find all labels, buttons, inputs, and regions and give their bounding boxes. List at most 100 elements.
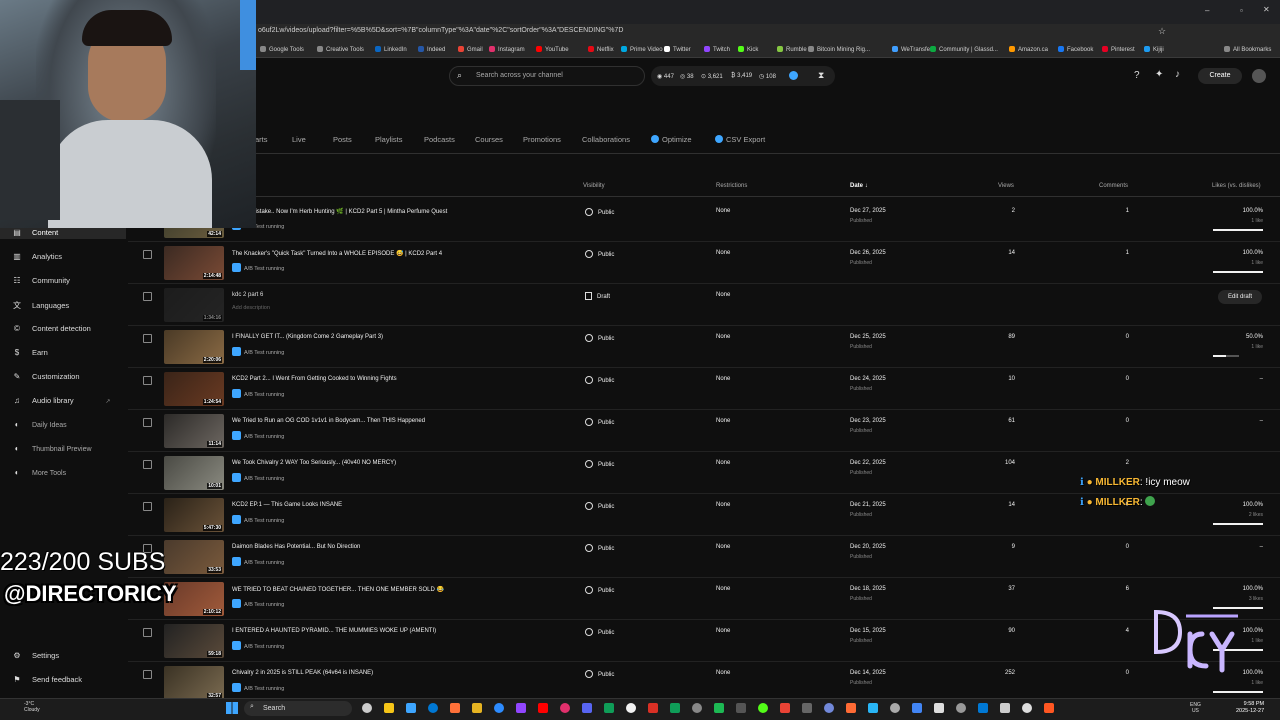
video-thumbnail[interactable]: 1:24:54 xyxy=(164,372,224,406)
system-clock[interactable]: 9:58 PM 2025-12-27 xyxy=(1236,701,1264,715)
taskbar-app-icon[interactable] xyxy=(516,703,526,713)
video-title[interactable]: WE TRIED TO BEAT CHAINED TOGETHER... THE… xyxy=(232,586,444,593)
taskbar-app-icon[interactable] xyxy=(494,703,504,713)
row-checkbox[interactable] xyxy=(143,376,152,385)
taskbar-app-icon[interactable] xyxy=(406,703,416,713)
hourglass-icon[interactable]: ⧗ xyxy=(818,70,824,81)
taskbar-app-icon[interactable] xyxy=(758,703,768,713)
taskbar-app-icon[interactable] xyxy=(1044,703,1054,713)
taskbar-app-icon[interactable] xyxy=(934,703,944,713)
col-visibility[interactable]: Visibility xyxy=(583,183,605,189)
visibility-cell[interactable]: Draft xyxy=(585,292,610,300)
sidebar-item-community[interactable]: ☷ Community xyxy=(12,276,70,285)
bookmark-item[interactable]: Kijiji xyxy=(1144,46,1164,53)
bookmark-item[interactable]: Community | Glassd... xyxy=(930,46,998,53)
tab-courses[interactable]: Courses xyxy=(475,135,503,144)
visibility-cell[interactable]: Public xyxy=(585,460,614,468)
taskbar-app-icon[interactable] xyxy=(890,703,900,713)
taskbar-app-icon[interactable] xyxy=(692,703,702,713)
video-thumbnail[interactable]: 11:14 xyxy=(164,414,224,448)
bookmark-item[interactable]: Facebook xyxy=(1058,46,1093,53)
language-indicator[interactable]: ENG US xyxy=(1190,702,1201,714)
video-thumbnail[interactable]: 59:18 xyxy=(164,624,224,658)
sidebar-item-analytics[interactable]: ▥ Analytics xyxy=(12,252,62,261)
table-row[interactable] xyxy=(128,200,1280,242)
taskbar-app-icon[interactable] xyxy=(362,703,372,713)
visibility-cell[interactable]: Public xyxy=(585,544,614,552)
video-thumbnail[interactable]: 2:20:06 xyxy=(164,330,224,364)
video-title[interactable]: Was a Mistake.. Now I'm Herb Hunting 🌿 |… xyxy=(232,208,447,215)
taskbar-app-icon[interactable] xyxy=(384,703,394,713)
create-button[interactable]: Create xyxy=(1198,68,1242,84)
visibility-cell[interactable]: Public xyxy=(585,208,614,216)
taskbar-app-icon[interactable] xyxy=(670,703,680,713)
video-title[interactable]: KCD2 Part 2... I Went From Getting Cooke… xyxy=(232,376,397,382)
taskbar-app-icon[interactable] xyxy=(978,703,988,713)
sidebar-item-earn[interactable]: $ Earn xyxy=(12,348,48,357)
video-thumbnail[interactable]: 10:01 xyxy=(164,456,224,490)
sidebar-item-content-detection[interactable]: © Content detection xyxy=(12,324,91,333)
sidebar-item-thumbnail-preview[interactable]: ◐ Thumbnail Preview xyxy=(12,444,92,453)
taskbar-app-icon[interactable] xyxy=(604,703,614,713)
tab-collaborations[interactable]: Collaborations xyxy=(582,135,630,144)
bookmark-item[interactable]: Rumble xyxy=(777,46,807,53)
bookmark-item[interactable]: LinkedIn xyxy=(375,46,407,53)
taskbar-app-icon[interactable] xyxy=(626,703,636,713)
table-row[interactable] xyxy=(128,368,1280,410)
tab-posts[interactable]: Posts xyxy=(333,135,352,144)
taskbar-search[interactable] xyxy=(244,701,352,716)
bookmark-item[interactable]: WeTransfer xyxy=(892,46,932,53)
video-thumbnail[interactable]: 2:14:48 xyxy=(164,246,224,280)
bookmark-item[interactable]: Pinterest xyxy=(1102,46,1135,53)
taskbar-app-icon[interactable] xyxy=(956,703,966,713)
row-checkbox[interactable] xyxy=(143,628,152,637)
bookmark-item[interactable]: Indeed xyxy=(418,46,445,53)
notifications-bell-icon[interactable]: ♪ xyxy=(1175,69,1180,80)
sidebar-item-languages[interactable]: 文 Languages xyxy=(12,300,69,311)
video-title[interactable]: We Tried to Run an OG COD 1v1v1 in Bodyc… xyxy=(232,418,425,424)
avatar[interactable] xyxy=(1252,69,1266,83)
bookmark-item[interactable]: Creative Tools xyxy=(317,46,364,53)
video-title[interactable]: I ENTERED A HAUNTED PYRAMID... THE MUMMI… xyxy=(232,628,436,634)
bookmark-star-icon[interactable]: ☆ xyxy=(1158,26,1166,37)
visibility-cell[interactable]: Public xyxy=(585,628,614,636)
table-row[interactable] xyxy=(128,326,1280,368)
taskbar-app-icon[interactable] xyxy=(450,703,460,713)
close-icon[interactable]: ✕ xyxy=(1263,5,1270,14)
visibility-cell[interactable]: Public xyxy=(585,250,614,258)
video-thumbnail[interactable]: 5:47:30 xyxy=(164,498,224,532)
taskbar-app-icon[interactable] xyxy=(648,703,658,713)
taskbar-app-icon[interactable] xyxy=(780,703,790,713)
bookmark-item[interactable]: Kick xyxy=(738,46,758,53)
sidebar-item-more-tools[interactable]: ◐ More Tools xyxy=(12,468,67,477)
row-checkbox[interactable] xyxy=(143,250,152,259)
tab-playlists[interactable]: Playlists xyxy=(375,135,403,144)
tab-arts[interactable]: arts xyxy=(255,135,268,144)
video-thumbnail[interactable]: 1:34:16 xyxy=(164,288,224,322)
row-checkbox[interactable] xyxy=(143,502,152,511)
sidebar-item-feedback[interactable]: ⚑ Send feedback xyxy=(12,675,82,684)
bookmark-item[interactable]: Netflix xyxy=(588,46,614,53)
taskbar-app-icon[interactable] xyxy=(1000,703,1010,713)
video-title[interactable]: We Took Chivalry 2 WAY Too Seriously... … xyxy=(232,460,396,466)
col-restrictions[interactable]: Restrictions xyxy=(716,183,747,189)
sidebar-item-customization[interactable]: ✎ Customization xyxy=(12,372,80,381)
video-thumbnail[interactable]: 32:57 xyxy=(164,666,224,700)
row-checkbox[interactable] xyxy=(143,418,152,427)
weather-widget[interactable]: -3°C Cloudy xyxy=(24,701,40,713)
sidebar-item-audio-library[interactable]: ♫ Audio library ↗ xyxy=(12,396,110,405)
table-row[interactable] xyxy=(128,536,1280,578)
sidebar-item-daily-ideas[interactable]: ◐ Daily Ideas xyxy=(12,420,67,429)
bookmark-item[interactable]: Gmail xyxy=(458,46,483,53)
visibility-cell[interactable]: Public xyxy=(585,670,614,678)
col-likes[interactable]: Likes (vs. dislikes) xyxy=(1212,183,1261,189)
bookmark-item[interactable]: YouTube xyxy=(536,46,569,53)
bookmark-item[interactable]: Twitch xyxy=(704,46,730,53)
taskbar-app-icon[interactable] xyxy=(802,703,812,713)
bookmark-item[interactable]: Twitter xyxy=(664,46,691,53)
taskbar-app-icon[interactable] xyxy=(582,703,592,713)
row-checkbox[interactable] xyxy=(143,292,152,301)
bookmark-item[interactable]: Bitcoin Mining Rig... xyxy=(808,46,870,53)
taskbar-app-icon[interactable] xyxy=(472,703,482,713)
visibility-cell[interactable]: Public xyxy=(585,502,614,510)
